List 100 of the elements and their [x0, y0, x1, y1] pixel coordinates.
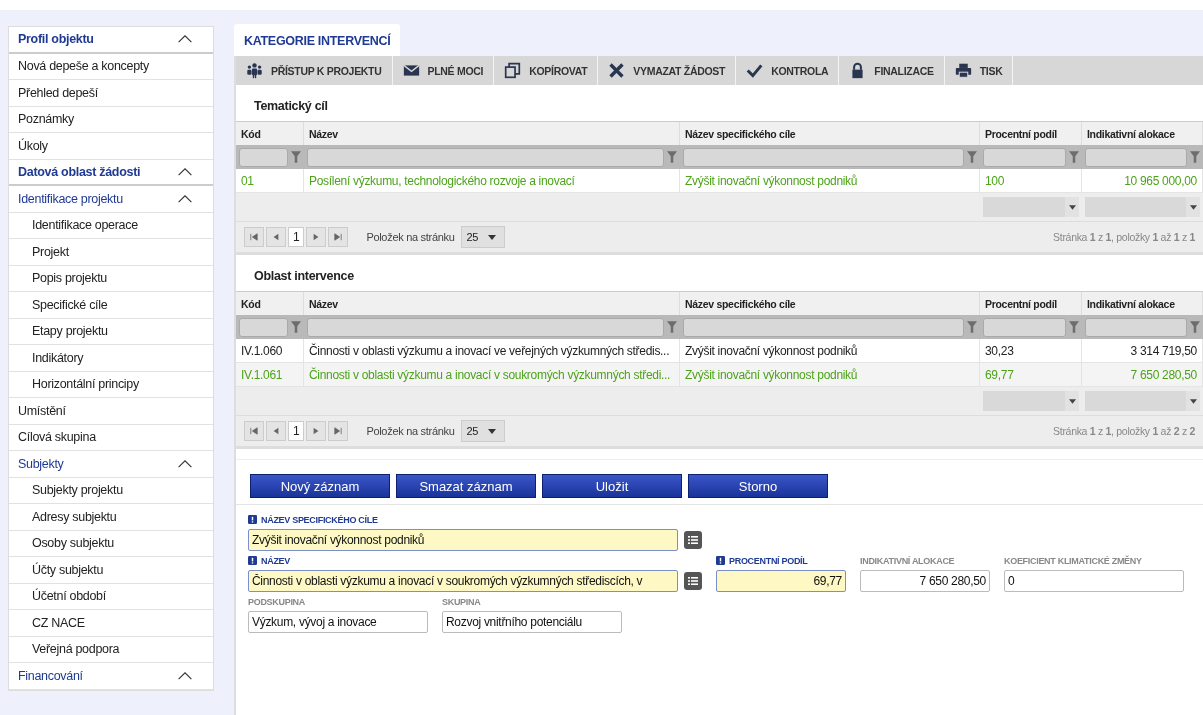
- sidebar-item[interactable]: Přehled depeší: [9, 80, 213, 107]
- filter-field[interactable]: [307, 317, 664, 337]
- sidebar-item[interactable]: Veřejná podpora: [9, 636, 213, 663]
- filter-field[interactable]: [683, 147, 964, 167]
- page-number[interactable]: 1: [288, 227, 305, 247]
- filter-field[interactable]: [239, 317, 288, 337]
- section-title: Tematický cíl: [253, 99, 329, 115]
- filter-field[interactable]: [683, 317, 964, 337]
- filter-icon[interactable]: [291, 151, 301, 163]
- page-size-dropdown[interactable]: 25: [460, 420, 506, 442]
- page-number[interactable]: 1: [288, 421, 305, 441]
- toolbar-button[interactable]: VYMAZAT ŽÁDOST: [598, 56, 737, 85]
- sidebar-item[interactable]: Umístění: [9, 398, 213, 425]
- filter-icon[interactable]: [1069, 321, 1079, 333]
- sidebar-item[interactable]: Nová depeše a koncepty: [9, 53, 213, 80]
- sidebar-item[interactable]: Financování: [9, 663, 213, 690]
- list-icon: [687, 534, 699, 546]
- sidebar-item[interactable]: Úkoly: [9, 133, 213, 160]
- chevron-icon[interactable]: [177, 670, 193, 681]
- pager-summary: Stránka 1 z 1, položky 1 až 1 z 1: [1053, 231, 1195, 243]
- table-cell: Činnosti v oblasti výzkumu a inovací v soukromých výzkumných středi...: [304, 363, 680, 386]
- toolbar-button[interactable]: KOPÍROVAT: [494, 56, 599, 85]
- sidebar-item[interactable]: Etapy projektu: [9, 318, 213, 345]
- next-page-icon: [312, 427, 321, 435]
- sidebar-item[interactable]: Projekt: [9, 239, 213, 266]
- next-page-button[interactable]: [306, 421, 327, 441]
- chevron-icon[interactable]: [177, 166, 193, 177]
- action-button[interactable]: Smazat záznam: [396, 474, 536, 498]
- envelope-icon: [402, 62, 420, 79]
- chevron-icon[interactable]: [177, 458, 193, 469]
- filter-icon[interactable]: [967, 321, 977, 333]
- people-icon: [246, 62, 263, 79]
- first-page-icon: [250, 233, 258, 241]
- sidebar-item[interactable]: Specifické cíle: [9, 292, 213, 319]
- input-field[interactable]: Rozvoj vnitřního potenciálu: [442, 611, 622, 633]
- toolbar-button[interactable]: PŘÍSTUP K PROJEKTU: [236, 56, 393, 85]
- sidebar-item[interactable]: Indikátory: [9, 345, 213, 372]
- first-page-button[interactable]: [244, 421, 264, 441]
- filter-icon[interactable]: [291, 321, 301, 333]
- sidebar-item[interactable]: CZ NACE: [9, 610, 213, 637]
- table-cell: 69,77: [980, 363, 1082, 386]
- sidebar-item[interactable]: Cílová skupina: [9, 424, 213, 451]
- sidebar-item[interactable]: Horizontální principy: [9, 371, 213, 398]
- filter-icon[interactable]: [667, 321, 677, 333]
- last-page-button[interactable]: [328, 227, 349, 247]
- sidebar-item[interactable]: Popis projektu: [9, 265, 213, 292]
- previous-page-button[interactable]: [266, 421, 286, 441]
- input-field[interactable]: 0: [1004, 570, 1184, 592]
- sidebar-item[interactable]: Osoby subjektu: [9, 530, 213, 557]
- toolbar-button[interactable]: TISK: [944, 56, 1014, 85]
- input-field[interactable]: 69,77: [716, 570, 846, 592]
- filter-field[interactable]: [307, 147, 664, 167]
- filter-field[interactable]: [1085, 317, 1187, 337]
- table-cell: Činnosti v oblasti výzkumu a inovací ve veřejných výzkumných středis...: [304, 339, 680, 362]
- filter-field[interactable]: [983, 317, 1066, 337]
- input-field[interactable]: Zvýšit inovační výkonnost podniků: [248, 529, 678, 551]
- sidebar-item[interactable]: Identifikace projektu: [9, 186, 213, 213]
- field-label: KOEFICIENT KLIMATICKÉ ZMĚNY: [1004, 555, 1142, 566]
- filter-icon[interactable]: [667, 151, 677, 163]
- previous-page-button[interactable]: [266, 227, 286, 247]
- filter-icon[interactable]: [1069, 151, 1079, 163]
- filter-field[interactable]: [983, 147, 1066, 167]
- sidebar-item[interactable]: Poznámky: [9, 106, 213, 133]
- input-field[interactable]: 7 650 280,50: [860, 570, 990, 592]
- input-field[interactable]: Činnosti v oblasti výzkumu a inovací v soukromých výzkumných střediscích, v: [248, 570, 678, 592]
- chevron-icon[interactable]: [177, 193, 193, 204]
- input-field[interactable]: Výzkum, vývoj a inovace: [248, 611, 428, 633]
- next-page-button[interactable]: [306, 227, 327, 247]
- filter-icon[interactable]: [1190, 321, 1200, 333]
- table-cell: Zvýšit inovační výkonnost podniků: [680, 169, 980, 192]
- action-button[interactable]: Uložit: [542, 474, 682, 498]
- toolbar-button[interactable]: KONTROLA: [736, 56, 840, 85]
- sidebar-item[interactable]: Účty subjektu: [9, 557, 213, 584]
- action-button[interactable]: Storno: [688, 474, 828, 498]
- tab[interactable]: KATEGORIE INTERVENCÍ: [234, 24, 401, 56]
- toolbar-button[interactable]: FINALIZACE: [839, 56, 945, 85]
- pager-summary: Stránka 1 z 1, položky 1 až 2 z 2: [1053, 425, 1195, 437]
- list-button[interactable]: [684, 531, 702, 549]
- action-button[interactable]: Nový záznam: [250, 474, 390, 498]
- page-size-dropdown[interactable]: 25: [460, 226, 506, 248]
- list-button[interactable]: [684, 572, 702, 590]
- filter-icon[interactable]: [967, 151, 977, 163]
- filter-field[interactable]: [239, 147, 288, 167]
- copy-icon: [504, 62, 522, 79]
- filter-icon[interactable]: [1190, 151, 1200, 163]
- toolbar-button[interactable]: PLNÉ MOCI: [392, 56, 495, 85]
- filter-field[interactable]: [1085, 147, 1187, 167]
- sidebar-item[interactable]: Adresy subjektu: [9, 504, 213, 531]
- first-page-button[interactable]: [244, 227, 264, 247]
- checkmark-icon: [746, 62, 764, 79]
- sidebar-item[interactable]: Datová oblast žádosti: [9, 159, 213, 186]
- caret-icon: [488, 234, 497, 240]
- table-row[interactable]: IV.1.060 Činnosti v oblasti výzkumu a inovací ve veřejných výzkumných středis... Zvýšit inovační výkonnost podniků 30,23 3 314 719,50: [236, 339, 1203, 363]
- sidebar-item[interactable]: Účetní období: [9, 583, 213, 610]
- sidebar-item[interactable]: Subjekty: [9, 451, 213, 478]
- sidebar-item[interactable]: Profil objektu: [9, 27, 213, 54]
- last-page-button[interactable]: [328, 421, 349, 441]
- sidebar-item[interactable]: Identifikace operace: [9, 212, 213, 239]
- chevron-icon[interactable]: [177, 34, 193, 45]
- sidebar-item[interactable]: Subjekty projektu: [9, 477, 213, 504]
